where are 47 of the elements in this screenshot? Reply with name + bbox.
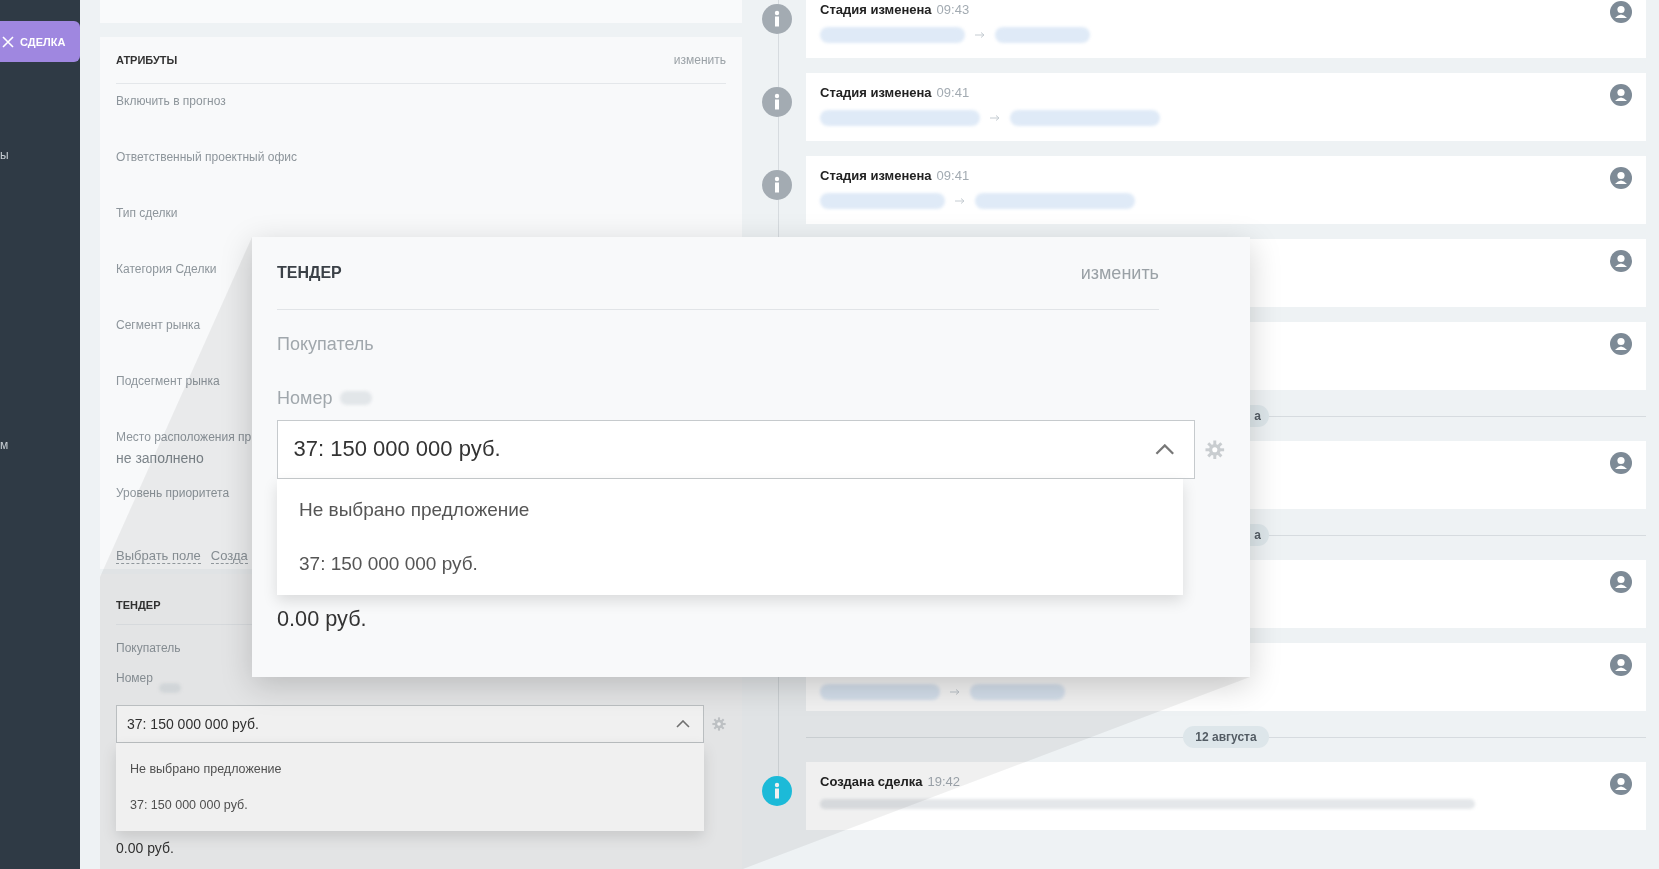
field-label: Покупатель (277, 334, 375, 355)
user-icon[interactable] (1610, 167, 1632, 189)
user-icon[interactable] (1610, 571, 1632, 593)
field-label: Подсегмент рынка (116, 373, 220, 388)
arrow-icon (950, 689, 960, 695)
dropdown-option[interactable]: 37: 150 000 000 руб. (299, 536, 1161, 591)
amount-value: 0.00 руб. (116, 839, 174, 856)
amount-value: 0.00 руб. (277, 605, 367, 632)
section-title: АТРИБУТЫ (116, 53, 178, 66)
field-label: Сегмент рынка (116, 317, 201, 332)
offer-select[interactable]: 37: 150 000 000 руб. (116, 704, 704, 743)
event-title: Стадия изменена 09:41 (820, 168, 971, 183)
section-title: ТЕНДЕР (277, 264, 342, 282)
field-label: Номер (277, 387, 333, 409)
user-icon[interactable] (1610, 654, 1632, 676)
field-label: Включить в прогноз (116, 93, 226, 108)
chevron-up-icon[interactable] (676, 719, 690, 728)
event-title: Стадия изменена 09:41 (820, 85, 971, 100)
event-title: Стадия изменена 09:43 (820, 2, 971, 17)
user-icon[interactable] (1610, 452, 1632, 474)
user-icon[interactable] (1610, 773, 1632, 795)
arrow-icon (990, 115, 1000, 121)
chevron-up-icon[interactable] (1154, 443, 1175, 456)
field-label: Тип сделки (116, 205, 178, 220)
dropdown-option[interactable]: 37: 150 000 000 руб. (130, 786, 690, 823)
dropdown-option[interactable]: Не выбрано предложение (130, 750, 690, 787)
event-title: Создана сделка 19:42 (820, 774, 962, 789)
user-icon[interactable] (1610, 333, 1632, 355)
offer-select[interactable]: 37: 150 000 000 руб. (277, 420, 1196, 479)
section-title: ТЕНДЕР (116, 598, 161, 611)
sidebar-item[interactable]: м (0, 438, 80, 452)
user-icon[interactable] (1610, 250, 1632, 272)
user-icon[interactable] (1610, 84, 1632, 106)
field-label: Категория Сделки (116, 261, 217, 276)
field-value: не заполнено (116, 449, 204, 466)
field-label: Уровень приоритета (116, 485, 230, 500)
field-label: Покупатель (116, 640, 181, 655)
field-label: Место расположения пр (116, 429, 252, 444)
dropdown-option[interactable]: Не выбрано предложение (299, 482, 1161, 537)
field-label: Ответственный проектный офис (116, 149, 297, 164)
arrow-icon (955, 198, 965, 204)
user-icon[interactable] (1610, 1, 1632, 23)
arrow-icon (975, 32, 985, 38)
date-pill: 12 августа (1183, 726, 1269, 748)
field-label: Номер (116, 670, 153, 685)
sidebar-item[interactable]: ы (0, 148, 80, 162)
close-icon[interactable] (2, 35, 14, 48)
